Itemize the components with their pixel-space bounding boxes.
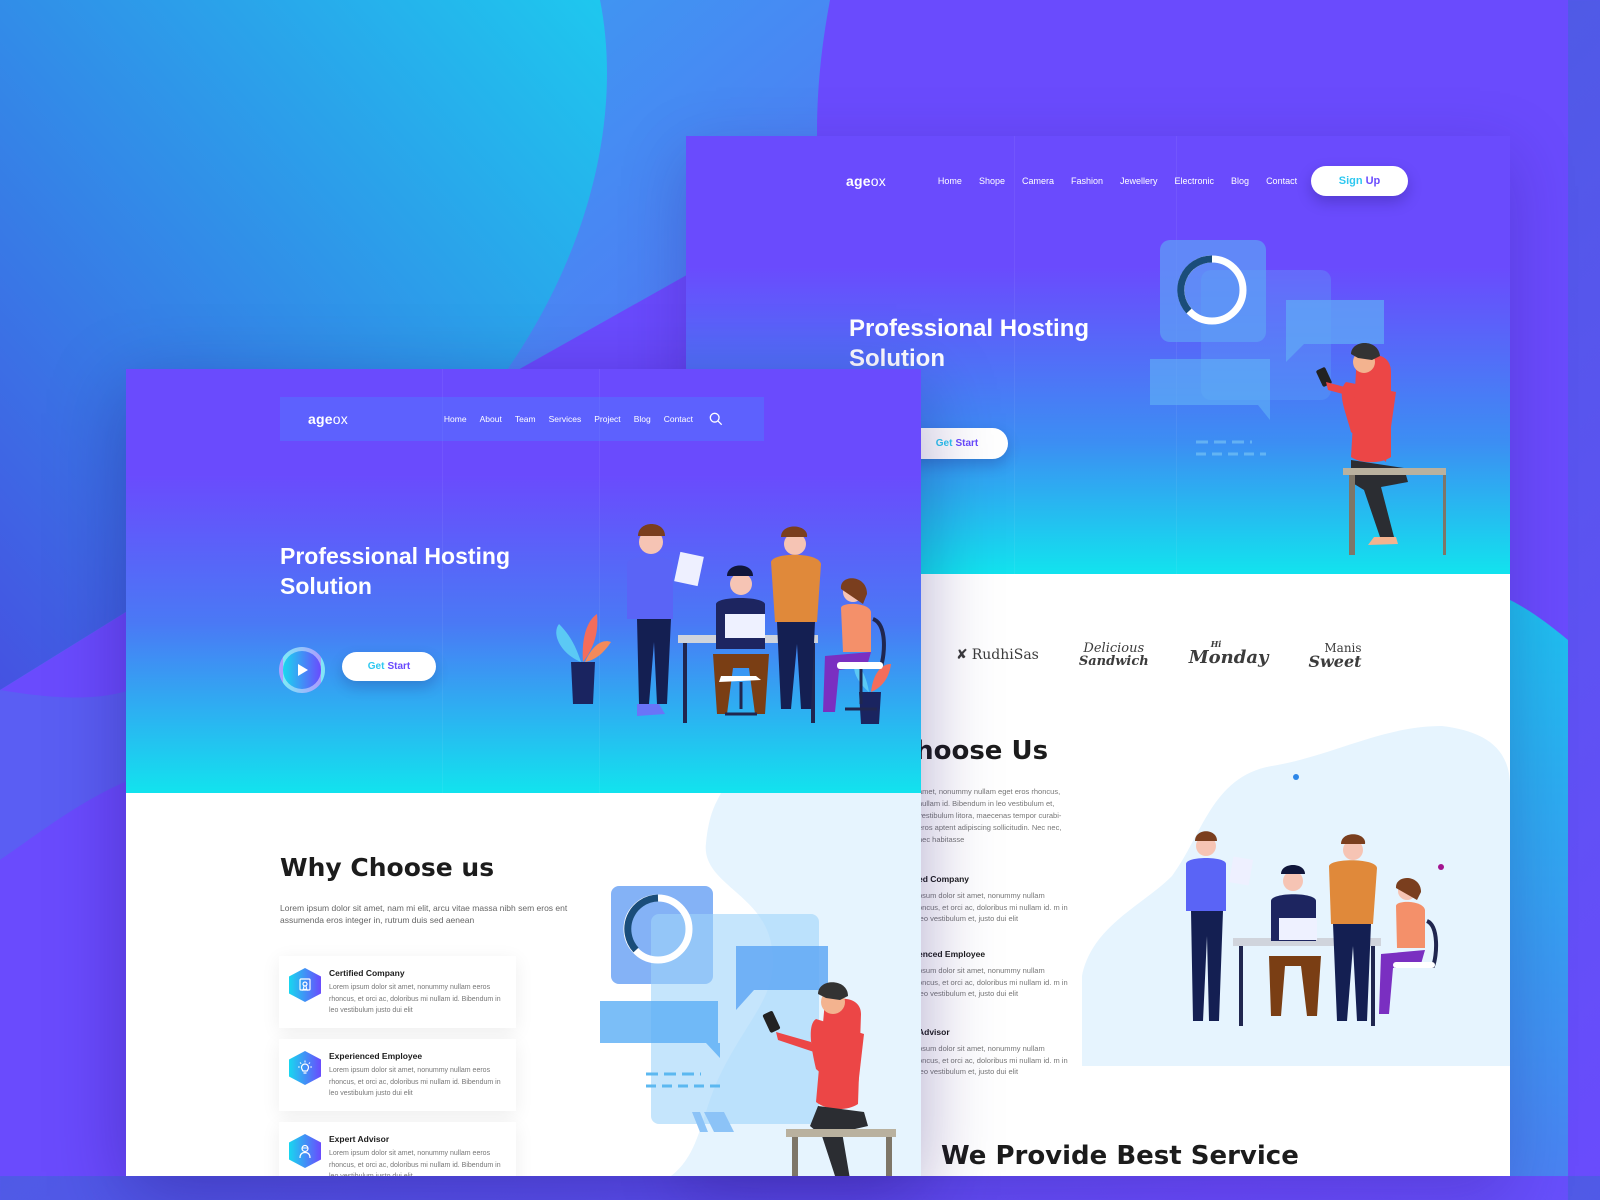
front-hero-section: ageox Home About Team Services Project B… (126, 369, 921, 793)
back-nav-shope[interactable]: Shope (979, 176, 1005, 186)
feature-card-expert-advisor[interactable]: Expert Advisor Lorem ipsum dolor sit ame… (279, 1122, 516, 1176)
back-nav-jewellery[interactable]: Jewellery (1120, 176, 1158, 186)
back-nav-home[interactable]: Home (938, 176, 962, 186)
play-icon (298, 664, 308, 676)
brand-manis-sweet: Manis Sweet (1308, 640, 1362, 671)
sign-up-button[interactable]: Sign Up (1311, 166, 1408, 196)
person-with-phone-illustration (1150, 240, 1446, 555)
front-nav-project[interactable]: Project (594, 414, 620, 424)
certificate-icon (299, 978, 311, 991)
team-meeting-illustration (556, 524, 891, 724)
front-navbar: ageox Home About Team Services Project B… (280, 397, 764, 441)
search-icon[interactable] (709, 412, 723, 426)
back-nav-camera[interactable]: Camera (1022, 176, 1054, 186)
back-feature-item: Advisor psum dolor sit amet, nonummy nul… (918, 1027, 1068, 1076)
back-logo[interactable]: ageox (846, 173, 886, 189)
front-page-mockup: ageox Home About Team Services Project B… (126, 369, 921, 1176)
back-nav-fashion[interactable]: Fashion (1071, 176, 1103, 186)
front-nav-services[interactable]: Services (549, 414, 582, 424)
brand-hi-monday: Hi Monday (1188, 639, 1269, 668)
front-nav-blog[interactable]: Blog (634, 414, 651, 424)
front-why-title: Why Choose us (280, 853, 495, 882)
front-nav-contact[interactable]: Contact (664, 414, 693, 424)
back-nav-electronic[interactable]: Electronic (1175, 176, 1215, 186)
front-logo[interactable]: ageox (308, 411, 348, 427)
back-get-start-button[interactable]: Get Start (906, 428, 1008, 459)
front-get-start-button[interactable]: Get Start (342, 652, 436, 681)
play-video-button[interactable] (279, 647, 325, 693)
decor-dot (1293, 774, 1299, 780)
brand-delicious-sandwich: Delicious Sandwich (1078, 640, 1149, 669)
back-nav-blog[interactable]: Blog (1231, 176, 1249, 186)
front-nav-team[interactable]: Team (515, 414, 536, 424)
back-nav-menu: Home Shope Camera Fashion Jewellery Elec… (938, 176, 1297, 186)
front-nav-home[interactable]: Home (444, 414, 467, 424)
feature-card-experienced-employee[interactable]: Experienced Employee Lorem ipsum dolor s… (279, 1039, 516, 1111)
back-nav-contact[interactable]: Contact (1266, 176, 1297, 186)
brand-rudhisas: ✘ RudhiSas (956, 646, 1039, 663)
brand-logos: ✘ RudhiSas Delicious Sandwich Hi Monday … (956, 639, 1362, 671)
front-nav-menu: Home About Team Services Project Blog Co… (444, 414, 693, 424)
advisor-icon (299, 1144, 311, 1159)
leaf-icon: ✘ (956, 646, 968, 663)
back-why-description: amet, nonummy nullam eget eros rhoncus, … (918, 787, 1062, 844)
back-hero-title: Professional Hosting Solution (849, 315, 1090, 372)
front-why-description: Lorem ipsum dolor sit amet, nam mi elit,… (280, 903, 568, 925)
back-feature-item: ed Company psum dolor sit amet, nonummy … (918, 874, 1068, 923)
front-hero-title: Professional Hosting Solution (280, 543, 511, 599)
lightbulb-icon (298, 1060, 312, 1074)
back-feature-item: enced Employee psum dolor sit amet, nonu… (918, 949, 1068, 998)
feature-card-certified-company[interactable]: Certified Company Lorem ipsum dolor sit … (279, 956, 516, 1028)
person-with-phone-illustration (600, 886, 896, 1176)
front-nav-about[interactable]: About (480, 414, 502, 424)
back-service-title: We Provide Best Service (941, 1141, 1299, 1171)
team-meeting-illustration (1186, 831, 1439, 1026)
